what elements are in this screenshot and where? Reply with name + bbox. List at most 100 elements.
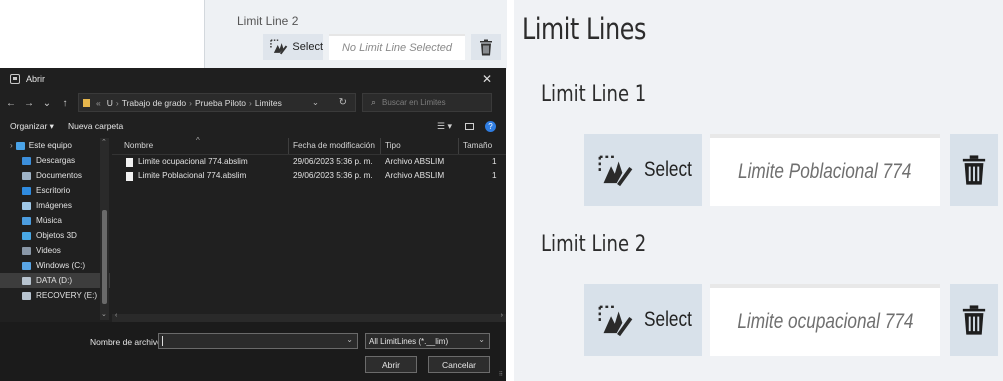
- sidebar-item[interactable]: Descargas: [0, 153, 110, 168]
- open-file-dialog: Abrir ✕ ← → ⌄ ↑ « U › Trabajo de grado ›…: [0, 68, 506, 381]
- column-header-name[interactable]: Nombre: [124, 141, 153, 150]
- sidebar-item[interactable]: › Este equipo: [0, 138, 110, 153]
- address-dropdown-chevron-icon[interactable]: ⌄: [312, 97, 319, 108]
- limit-line-2-label: Limit Line 2: [541, 232, 647, 257]
- sidebar-item[interactable]: Escritorio: [0, 183, 110, 198]
- navigation-pane: › Este equipo Descargas Documentos Escritori…: [0, 138, 110, 320]
- sidebar-item-label: Escritorio: [36, 186, 71, 195]
- view-options-icon[interactable]: ☰ ▾: [437, 121, 452, 132]
- drive-d-icon: [22, 276, 31, 285]
- breadcrumb-u[interactable]: U: [107, 98, 113, 108]
- limit-line-2-field[interactable]: Limite ocupacional 774: [710, 284, 940, 356]
- scroll-left-icon[interactable]: ‹: [115, 312, 117, 319]
- sidebar-item[interactable]: DATA (D:): [0, 273, 110, 288]
- column-divider[interactable]: [380, 138, 381, 154]
- file-date: 29/06/2023 5:36 p. m.: [293, 157, 373, 166]
- select-limit-line-button[interactable]: Select: [263, 34, 323, 60]
- file-type-value: All LimitLines (*.__lim): [369, 336, 449, 346]
- sidebar-item[interactable]: RECOVERY (E:): [0, 288, 110, 303]
- delete-limit-line-2-button[interactable]: [950, 284, 998, 356]
- select-label: Select: [292, 41, 323, 53]
- cancel-button[interactable]: Cancelar: [428, 356, 490, 373]
- select-limit-line-2-button[interactable]: Select: [584, 284, 702, 356]
- sidebar-item[interactable]: Imágenes: [0, 198, 110, 213]
- file-name: Limite ocupacional 774.abslim: [138, 157, 248, 166]
- limit-line-field[interactable]: No Limit Line Selected: [329, 34, 465, 60]
- file-list-horizontal-scrollbar[interactable]: ‹ ›: [112, 312, 506, 322]
- trash-icon: [962, 155, 986, 185]
- sidebar-item[interactable]: Música: [0, 213, 110, 228]
- refresh-icon[interactable]: ↻: [339, 97, 347, 108]
- computer-icon: [15, 141, 25, 150]
- open-button[interactable]: Abrir: [365, 356, 417, 373]
- preview-pane-icon[interactable]: [465, 122, 474, 130]
- dialog-footer: Nombre de archivo: ⌄ All LimitLines (*._…: [0, 322, 506, 381]
- search-icon: ⌕: [371, 97, 377, 107]
- desktop-icon: [22, 186, 31, 195]
- trash-icon: [480, 39, 492, 55]
- sidebar-item[interactable]: Objetos 3D: [0, 228, 110, 243]
- sidebar-item-label: Videos: [36, 246, 61, 255]
- limit-line-value: Limite ocupacional 774: [736, 310, 914, 333]
- new-folder-button[interactable]: Nueva carpeta: [68, 121, 123, 131]
- sidebar-item-label: Imágenes: [36, 201, 72, 210]
- delete-limit-line-button[interactable]: [471, 34, 501, 60]
- limit-line-1-label: Limit Line 1: [541, 82, 647, 107]
- sidebar-item[interactable]: Videos: [0, 243, 110, 258]
- sidebar-item-label: Música: [36, 216, 62, 225]
- close-icon[interactable]: ✕: [482, 72, 492, 86]
- pictures-icon: [22, 201, 31, 210]
- organize-menu-button[interactable]: Organizar ▾: [10, 121, 54, 132]
- file-type-select[interactable]: All LimitLines (*.__lim) ⌄: [365, 333, 490, 349]
- up-arrow-icon[interactable]: ↑: [58, 98, 72, 109]
- breadcrumb-prueba-piloto[interactable]: Prueba Piloto: [195, 98, 246, 108]
- recent-locations-chevron-icon[interactable]: ⌄: [40, 98, 54, 109]
- scrollbar-thumb[interactable]: [102, 210, 107, 304]
- sidebar-item-label: Objetos 3D: [36, 231, 77, 240]
- sidebar-item-label: Este equipo: [28, 141, 72, 150]
- file-size: 1: [492, 157, 497, 166]
- filename-history-chevron-icon[interactable]: ⌄: [346, 335, 353, 344]
- limit-line-placeholder: No Limit Line Selected: [341, 42, 453, 54]
- select-limit-line-1-button[interactable]: Select: [584, 134, 702, 206]
- column-header-date[interactable]: Fecha de modificación: [293, 141, 375, 150]
- column-divider[interactable]: [288, 138, 289, 154]
- limit-lines-panel: Limit Lines Limit Line 1 Select Limite Pob…: [514, 0, 1003, 381]
- resize-grip-icon[interactable]: ⠿: [499, 371, 504, 378]
- breadcrumb-trabajo-de-grado[interactable]: Trabajo de grado: [122, 98, 186, 108]
- file-icon: [126, 158, 133, 167]
- file-row[interactable]: Limite ocupacional 774.abslim 29/06/2023…: [112, 157, 506, 169]
- sidebar-item-label: Windows (C:): [36, 261, 86, 270]
- panel-title: Limit Lines: [522, 12, 646, 46]
- back-arrow-icon[interactable]: ←: [4, 98, 18, 109]
- documents-icon: [22, 171, 31, 180]
- scroll-up-icon[interactable]: ⌃: [101, 138, 107, 146]
- music-icon: [22, 216, 31, 225]
- column-header-size[interactable]: Tamaño: [463, 141, 492, 150]
- sidebar-item[interactable]: Documentos: [0, 168, 110, 183]
- limit-line-2-label: Limit Line 2: [237, 14, 299, 28]
- limit-line-1-field[interactable]: Limite Poblacional 774: [710, 134, 940, 206]
- sidebar-item[interactable]: Windows (C:): [0, 258, 110, 273]
- objects-3d-icon: [22, 231, 31, 240]
- downloads-icon: [22, 156, 31, 165]
- search-placeholder: Buscar en Limites: [382, 98, 446, 107]
- column-header-type[interactable]: Tipo: [385, 141, 401, 150]
- search-input[interactable]: ⌕ Buscar en Limites: [362, 93, 492, 112]
- navigation-row: ← → ⌄ ↑ « U › Trabajo de grado › Prueba …: [0, 92, 506, 114]
- filename-input[interactable]: ⌄: [158, 333, 358, 349]
- breadcrumb-limites[interactable]: Limites: [255, 98, 282, 108]
- file-row[interactable]: Limite Poblacional 774.abslim 29/06/2023…: [112, 171, 506, 183]
- help-icon[interactable]: ?: [485, 120, 496, 132]
- scroll-right-icon[interactable]: ›: [501, 312, 503, 319]
- sidebar-item-label: DATA (D:): [36, 276, 73, 285]
- column-divider[interactable]: [458, 138, 459, 154]
- scroll-down-icon[interactable]: ⌄: [101, 310, 107, 318]
- file-list-header: Nombre ^ Fecha de modificación Tipo Tama…: [112, 136, 506, 155]
- delete-limit-line-1-button[interactable]: [950, 134, 998, 206]
- overflow-crumb[interactable]: «: [96, 98, 101, 108]
- address-bar[interactable]: « U › Trabajo de grado › Prueba Piloto ›…: [78, 93, 356, 112]
- expand-chevron-icon[interactable]: ›: [10, 141, 13, 150]
- navigation-pane-scrollbar[interactable]: ⌃ ⌄: [100, 138, 109, 320]
- forward-arrow-icon[interactable]: →: [22, 98, 36, 109]
